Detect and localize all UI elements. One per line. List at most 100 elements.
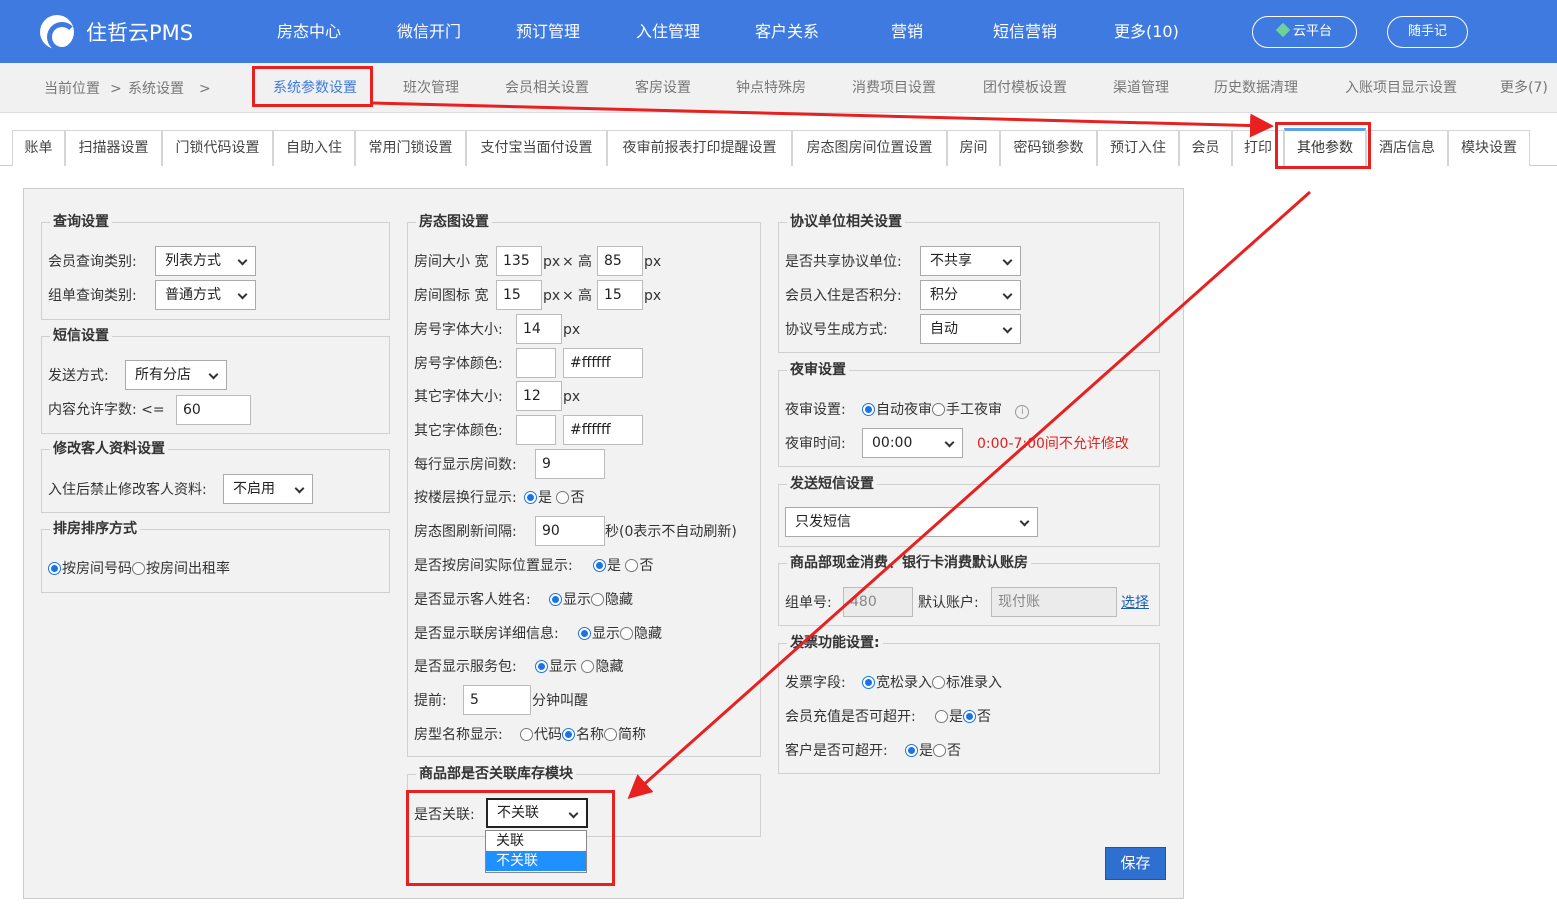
subtab-room[interactable]: 客房设置 xyxy=(635,79,691,97)
icon-width-input[interactable]: 15 xyxy=(496,280,542,310)
tab-bill[interactable]: 账单 xyxy=(12,130,65,166)
tab-lock-code[interactable]: 门锁代码设置 xyxy=(162,130,273,166)
show-label: 显示 xyxy=(563,592,591,608)
nav-room-status[interactable]: 房态中心 xyxy=(277,21,341,43)
package-hide-radio[interactable] xyxy=(581,660,595,673)
tab-hotel-info[interactable]: 酒店信息 xyxy=(1366,130,1448,166)
number-color-input[interactable]: #ffffff xyxy=(563,348,643,378)
room-height-input[interactable]: 85 xyxy=(597,246,643,276)
other-font-color-label: 其它字体颜色: xyxy=(414,423,503,439)
info-icon[interactable]: i xyxy=(1015,405,1030,419)
sms-send-select[interactable]: 所有分店 xyxy=(125,360,227,390)
guest-name-hide-radio[interactable] xyxy=(591,593,604,606)
member-overissue-yes-radio[interactable] xyxy=(935,710,948,723)
save-button[interactable]: 保存 xyxy=(1105,847,1166,880)
subtab-shift[interactable]: 班次管理 xyxy=(403,79,459,97)
member-overissue-no-radio[interactable] xyxy=(963,710,976,723)
actual-position-label: 是否按房间实际位置显示: xyxy=(414,558,573,574)
number-font-color-label: 房号字体颜色: xyxy=(414,356,503,372)
nav-wechat-door[interactable]: 微信开门 xyxy=(397,21,461,43)
agreement-gen-select[interactable]: 自动 xyxy=(920,314,1021,344)
share-agreement-label: 是否共享协议单位: xyxy=(785,254,902,270)
linked-detail-show-radio[interactable] xyxy=(578,627,591,640)
package-show-radio[interactable] xyxy=(535,660,548,673)
sms-length-input[interactable]: 60 xyxy=(176,395,251,425)
room-width-input[interactable]: 135 xyxy=(496,246,542,276)
icon-height-input[interactable]: 15 xyxy=(597,280,643,310)
nav-checkin[interactable]: 入住管理 xyxy=(636,21,700,43)
invoice-loose-radio[interactable] xyxy=(862,676,875,689)
tab-common-lock[interactable]: 常用门锁设置 xyxy=(355,130,466,166)
subtab-channel[interactable]: 渠道管理 xyxy=(1113,79,1169,97)
refresh-input[interactable]: 90 xyxy=(535,516,605,546)
customer-overissue-no-radio[interactable] xyxy=(933,744,946,757)
share-agreement-select[interactable]: 不共享 xyxy=(920,246,1021,276)
actual-position-no-radio[interactable] xyxy=(625,559,639,572)
subtab-group-template[interactable]: 团付模板设置 xyxy=(983,79,1067,97)
type-short-radio[interactable] xyxy=(604,728,617,741)
cloud-platform-button[interactable]: 云平台 xyxy=(1252,16,1357,48)
audit-manual-radio[interactable] xyxy=(932,403,945,416)
nav-crm[interactable]: 客户关系 xyxy=(755,21,819,43)
member-points-select[interactable]: 积分 xyxy=(920,280,1021,310)
show-label: 显示 xyxy=(592,626,620,642)
subtab-member[interactable]: 会员相关设置 xyxy=(505,79,589,97)
other-font-size-input[interactable]: 12 xyxy=(516,381,562,411)
customer-overissue-yes-radio[interactable] xyxy=(905,744,918,757)
room-size-label: 房间大小 宽 xyxy=(414,254,489,270)
nav-booking[interactable]: 预订管理 xyxy=(516,21,580,43)
audit-time-select[interactable]: 00:00 xyxy=(862,428,963,458)
member-query-label: 会员查询类别: xyxy=(48,254,137,270)
select-account-link[interactable]: 选择 xyxy=(1121,594,1149,612)
tab-scanner[interactable]: 扫描器设置 xyxy=(65,130,162,166)
number-font-size-input[interactable]: 14 xyxy=(516,314,562,344)
per-row-input[interactable]: 9 xyxy=(535,449,605,479)
number-color-swatch[interactable] xyxy=(516,348,556,378)
other-color-input[interactable]: #ffffff xyxy=(563,415,643,445)
times-sign: × xyxy=(562,288,574,304)
subtab-history-clean[interactable]: 历史数据清理 xyxy=(1214,79,1298,97)
type-name-radio[interactable] xyxy=(562,728,575,741)
group-query-select[interactable]: 普通方式 xyxy=(155,280,256,310)
send-sms-select[interactable]: 只发短信 xyxy=(785,507,1038,537)
tab-alipay[interactable]: 支付宝当面付设置 xyxy=(466,130,607,166)
tab-self-checkin[interactable]: 自助入住 xyxy=(273,130,355,166)
guest-edit-select[interactable]: 不启用 xyxy=(223,474,313,504)
tab-password-lock[interactable]: 密码锁参数 xyxy=(1000,130,1097,166)
audit-auto-radio[interactable] xyxy=(862,403,875,416)
floor-wrap-yes-radio[interactable] xyxy=(524,491,537,504)
nav-more[interactable]: 更多(10) xyxy=(1114,21,1179,43)
audit-mode-options: 自动夜审 手工夜审 i xyxy=(862,401,1030,419)
room-map-title: 房态图设置 xyxy=(416,213,492,231)
other-color-swatch[interactable] xyxy=(516,415,556,445)
subtab-more[interactable]: 更多(7) xyxy=(1500,79,1548,97)
invoice-strict-radio[interactable] xyxy=(932,676,945,689)
breadcrumb-section[interactable]: 系统设置 xyxy=(128,80,184,98)
notes-button[interactable]: 随手记 xyxy=(1387,16,1468,48)
advance-input[interactable]: 5 xyxy=(463,685,531,715)
member-query-select[interactable]: 列表方式 xyxy=(155,246,256,276)
subtab-posting-display[interactable]: 入账项目显示设置 xyxy=(1345,79,1457,97)
nav-marketing[interactable]: 营销 xyxy=(891,21,923,43)
top-bar: 住哲云PMS 房态中心 微信开门 预订管理 入住管理 客户关系 营销 短信营销 … xyxy=(0,0,1557,63)
subtab-hourly-room[interactable]: 钟点特殊房 xyxy=(736,79,806,97)
floor-wrap-no-radio[interactable] xyxy=(556,491,570,504)
icon-size-label: 房间图标 宽 xyxy=(414,288,489,304)
sort-by-number-radio[interactable] xyxy=(48,562,61,575)
tab-member[interactable]: 会员 xyxy=(1179,130,1232,166)
subtab-consume-items[interactable]: 消费项目设置 xyxy=(852,79,936,97)
guest-edit-label: 入住后禁止修改客人资料: xyxy=(48,482,207,498)
tab-room[interactable]: 房间 xyxy=(947,130,1000,166)
tab-booking-checkin[interactable]: 预订入住 xyxy=(1097,130,1179,166)
refresh-unit: 秒(0表示不自动刷新) xyxy=(605,524,737,540)
tab-room-position[interactable]: 房态图房间位置设置 xyxy=(792,130,947,166)
tab-audit-print[interactable]: 夜审前报表打印提醒设置 xyxy=(607,130,792,166)
actual-position-yes-radio[interactable] xyxy=(593,559,606,572)
linked-detail-hide-radio[interactable] xyxy=(620,627,633,640)
tab-module[interactable]: 模块设置 xyxy=(1448,130,1530,166)
nav-sms-marketing[interactable]: 短信营销 xyxy=(993,21,1057,43)
loose-entry-label: 宽松录入 xyxy=(876,675,932,691)
sort-by-rate-radio[interactable] xyxy=(132,562,145,575)
type-code-radio[interactable] xyxy=(520,728,533,741)
guest-name-show-radio[interactable] xyxy=(549,593,562,606)
